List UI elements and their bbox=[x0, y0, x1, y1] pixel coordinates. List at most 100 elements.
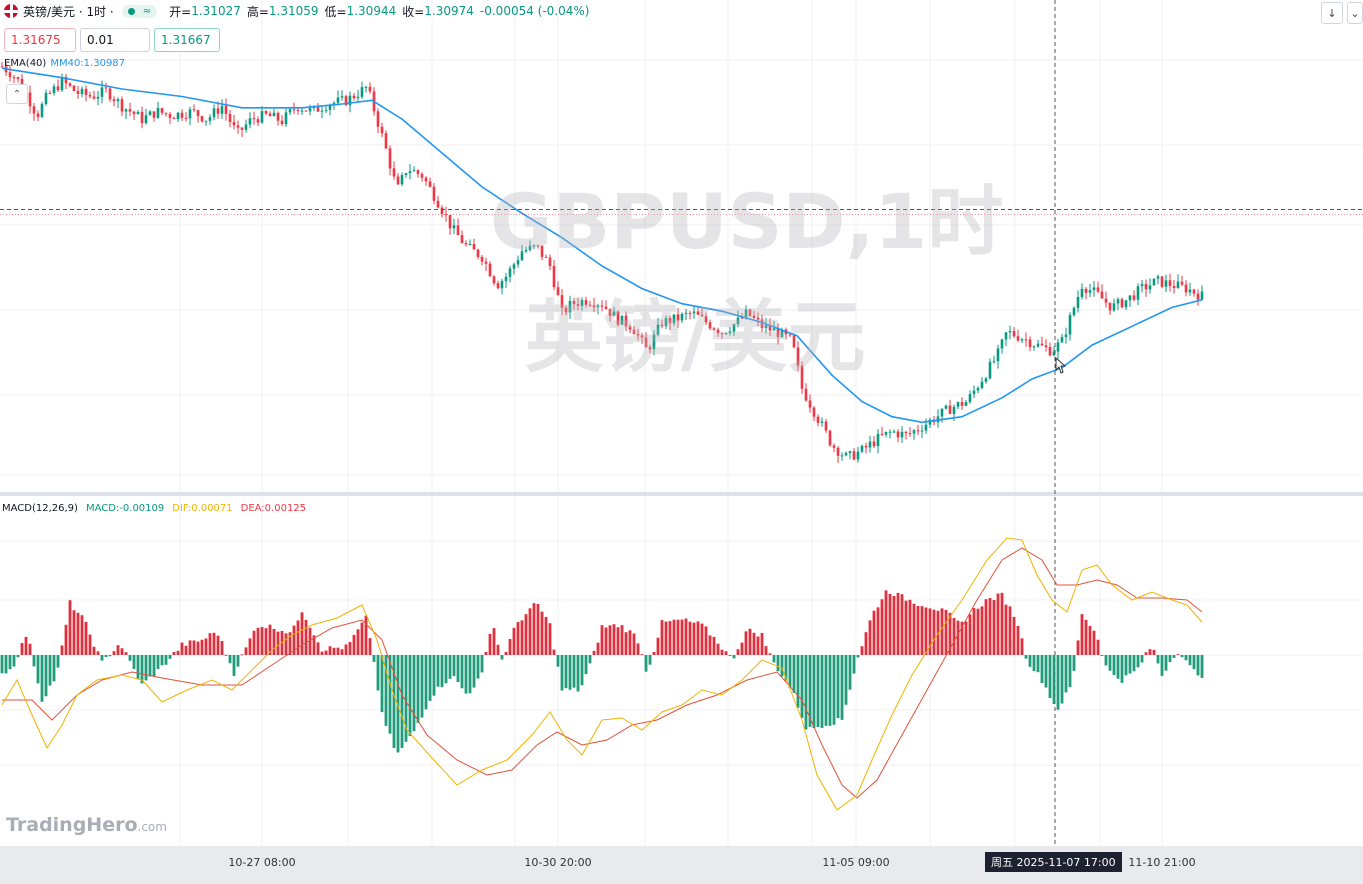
menu-more-button[interactable]: ⌄ bbox=[1347, 2, 1363, 24]
candle-body-92 bbox=[368, 86, 372, 92]
macd-bar-277 bbox=[1108, 655, 1112, 671]
candle-body-80 bbox=[320, 110, 324, 112]
candle-body-122 bbox=[488, 263, 492, 277]
macd-bar-174 bbox=[696, 621, 700, 655]
candle-body-38 bbox=[152, 111, 156, 118]
candle-body-170 bbox=[680, 313, 684, 321]
macd-bar-89 bbox=[356, 629, 360, 655]
candle-body-48 bbox=[192, 109, 196, 111]
candle-body-178 bbox=[712, 328, 716, 330]
macd-bar-292 bbox=[1168, 655, 1172, 663]
candle-body-251 bbox=[1004, 332, 1008, 340]
candle-body-242 bbox=[968, 394, 972, 403]
candle-body-15 bbox=[60, 77, 64, 91]
market-status-badge[interactable]: ≈ bbox=[121, 4, 158, 18]
macd-bar-257 bbox=[1028, 655, 1032, 667]
candle-body-187 bbox=[748, 309, 752, 316]
candle-body-31 bbox=[124, 109, 128, 112]
macd-bar-238 bbox=[952, 617, 956, 655]
macd-bar-115 bbox=[460, 655, 464, 689]
xaxis-label-0: 10-27 08:00 bbox=[228, 856, 296, 869]
macd-bar-159 bbox=[636, 643, 640, 655]
macd-bar-147 bbox=[588, 655, 592, 664]
candle-body-206 bbox=[824, 421, 828, 431]
candle-body-199 bbox=[796, 347, 800, 366]
candle-body-236 bbox=[944, 405, 948, 409]
macd-bar-282 bbox=[1128, 655, 1132, 674]
macd-bar-160 bbox=[640, 654, 644, 656]
macd-bar-50 bbox=[200, 639, 204, 655]
macd-bar-143 bbox=[572, 655, 576, 688]
macd-bar-183 bbox=[732, 655, 736, 659]
candle-body-291 bbox=[1164, 280, 1168, 287]
macd-bar-168 bbox=[672, 619, 676, 655]
candle-body-51 bbox=[204, 120, 208, 122]
candle-body-77 bbox=[308, 108, 312, 112]
candle-body-254 bbox=[1016, 336, 1020, 341]
macd-bar-241 bbox=[964, 621, 968, 655]
candle-body-213 bbox=[852, 451, 856, 460]
candle-body-297 bbox=[1188, 289, 1192, 293]
macd-bar-45 bbox=[180, 642, 184, 655]
candle-body-55 bbox=[220, 105, 224, 114]
scroll-down-button[interactable]: ↓ bbox=[1321, 2, 1343, 24]
macd-bar-233 bbox=[932, 609, 936, 655]
candle-body-144 bbox=[576, 304, 580, 306]
macd-bar-25 bbox=[100, 655, 104, 661]
macd-bar-139 bbox=[556, 655, 560, 667]
xaxis-label-2: 11-05 09:00 bbox=[822, 856, 890, 869]
candle-body-239 bbox=[956, 402, 960, 407]
high-value: 1.31059 bbox=[268, 4, 319, 18]
symbol-name[interactable]: 英镑/美元 · 1时 · bbox=[23, 3, 114, 20]
candle-body-241 bbox=[964, 402, 968, 406]
macd-bar-57 bbox=[228, 655, 232, 664]
macd-bar-84 bbox=[336, 647, 340, 655]
candle-body-45 bbox=[180, 112, 184, 118]
macd-bar-288 bbox=[1152, 649, 1156, 655]
candle-body-231 bbox=[924, 424, 928, 431]
buy-price-button[interactable]: 1.31667 bbox=[154, 28, 220, 52]
macd-bar-208 bbox=[832, 655, 836, 725]
candle-body-74 bbox=[296, 109, 300, 111]
candle-body-275 bbox=[1100, 291, 1104, 299]
candle-body-36 bbox=[144, 115, 148, 124]
ema-legend[interactable]: EMA(40) MM40:1.30987 bbox=[4, 58, 125, 69]
candle-body-119 bbox=[476, 249, 480, 257]
macd-bar-1 bbox=[4, 655, 8, 674]
candle-body-281 bbox=[1124, 300, 1128, 308]
macd-bar-135 bbox=[540, 611, 544, 655]
macd-bar-92 bbox=[368, 638, 372, 655]
macd-bar-281 bbox=[1124, 655, 1128, 676]
quantity-input[interactable]: 0.01 bbox=[80, 28, 150, 52]
candle-body-298 bbox=[1192, 289, 1196, 294]
candle-body-266 bbox=[1064, 334, 1068, 338]
candle-body-106 bbox=[424, 177, 428, 182]
candle-body-265 bbox=[1060, 337, 1064, 343]
candle-body-24 bbox=[96, 96, 100, 99]
macd-bar-300 bbox=[1200, 655, 1204, 678]
candle-body-162 bbox=[648, 347, 652, 350]
sell-price-button[interactable]: 1.31675 bbox=[4, 28, 76, 52]
macd-bar-63 bbox=[252, 630, 256, 655]
candle-body-30 bbox=[120, 99, 124, 112]
status-dot-icon bbox=[127, 7, 135, 15]
candle-body-69 bbox=[276, 112, 280, 121]
macd-bar-272 bbox=[1088, 625, 1092, 655]
macd-legend[interactable]: MACD(12,26,9) MACD:-0.00109 DIF:0.00071 DEA… bbox=[2, 503, 314, 514]
candle-body-188 bbox=[752, 315, 756, 318]
macd-bar-113 bbox=[452, 655, 456, 677]
collapse-legend-button[interactable]: ⌃ bbox=[6, 84, 28, 104]
candle-body-29 bbox=[116, 99, 120, 102]
chart-canvas[interactable] bbox=[0, 0, 1363, 884]
ema-line bbox=[1, 67, 1203, 424]
xaxis-label-1: 10-30 20:00 bbox=[524, 856, 592, 869]
macd-bar-236 bbox=[944, 609, 948, 655]
candle-body-287 bbox=[1148, 285, 1152, 290]
candle-body-132 bbox=[528, 245, 532, 250]
candle-body-169 bbox=[676, 314, 680, 321]
macd-bar-53 bbox=[212, 632, 216, 655]
candle-body-155 bbox=[620, 315, 624, 325]
macd-bar-269 bbox=[1076, 640, 1080, 655]
low-label: 低= bbox=[324, 4, 347, 19]
macd-bar-184 bbox=[736, 649, 740, 655]
